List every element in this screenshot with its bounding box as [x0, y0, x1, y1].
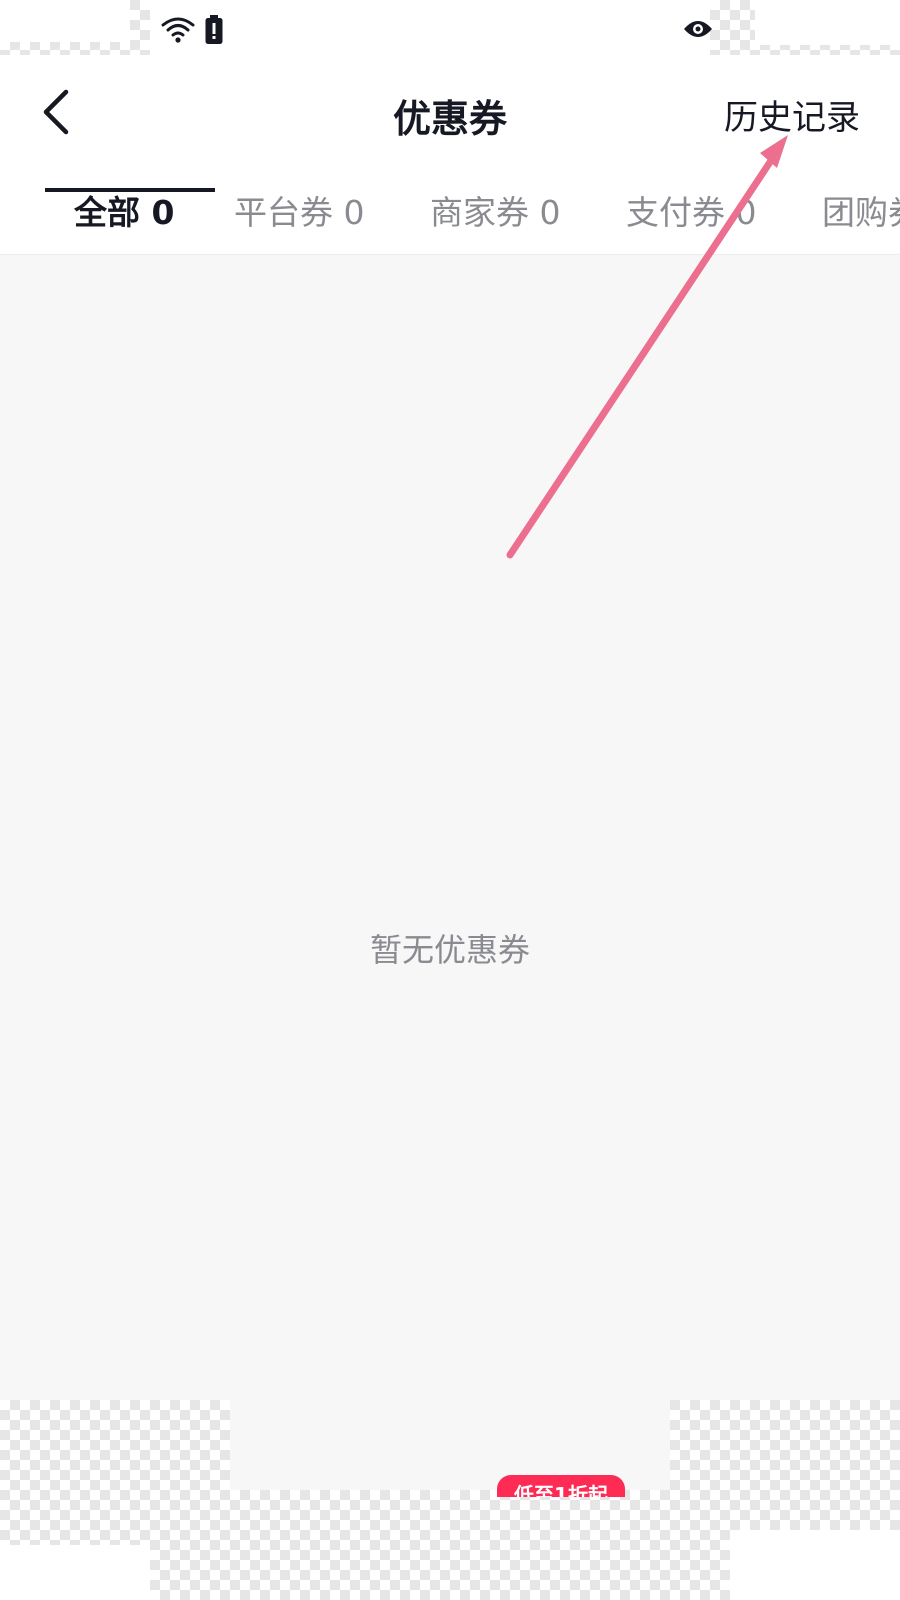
app-header: 优惠券 历史记录 全部 0 平台券 0 商家券 0 支付券 0 团购券 [0, 58, 900, 254]
header-divider [0, 254, 900, 255]
wifi-icon [160, 14, 196, 50]
image-fragment [755, 0, 900, 45]
tab-payment-coupons[interactable]: 支付券 0 [626, 188, 757, 254]
active-tab-indicator [45, 188, 215, 192]
image-fragment [0, 0, 130, 42]
eye-icon [683, 18, 713, 44]
image-fragment [0, 1545, 150, 1600]
image-fragment [730, 1530, 900, 1600]
promo-badge[interactable]: 低至1折起 [497, 1475, 625, 1497]
tab-merchant-coupons[interactable]: 商家券 0 [430, 188, 561, 254]
history-records-button[interactable]: 历史记录 [724, 90, 860, 139]
tab-all[interactable]: 全部 0 [74, 188, 174, 254]
status-bar [0, 0, 900, 58]
tab-platform-coupons[interactable]: 平台券 0 [234, 188, 365, 254]
empty-state-text: 暂无优惠券 [369, 931, 530, 969]
battery-alert-icon [204, 14, 224, 50]
coupon-tabs: 全部 0 平台券 0 商家券 0 支付券 0 团购券 [0, 188, 900, 254]
tab-group-buy-coupons[interactable]: 团购券 [822, 188, 900, 254]
